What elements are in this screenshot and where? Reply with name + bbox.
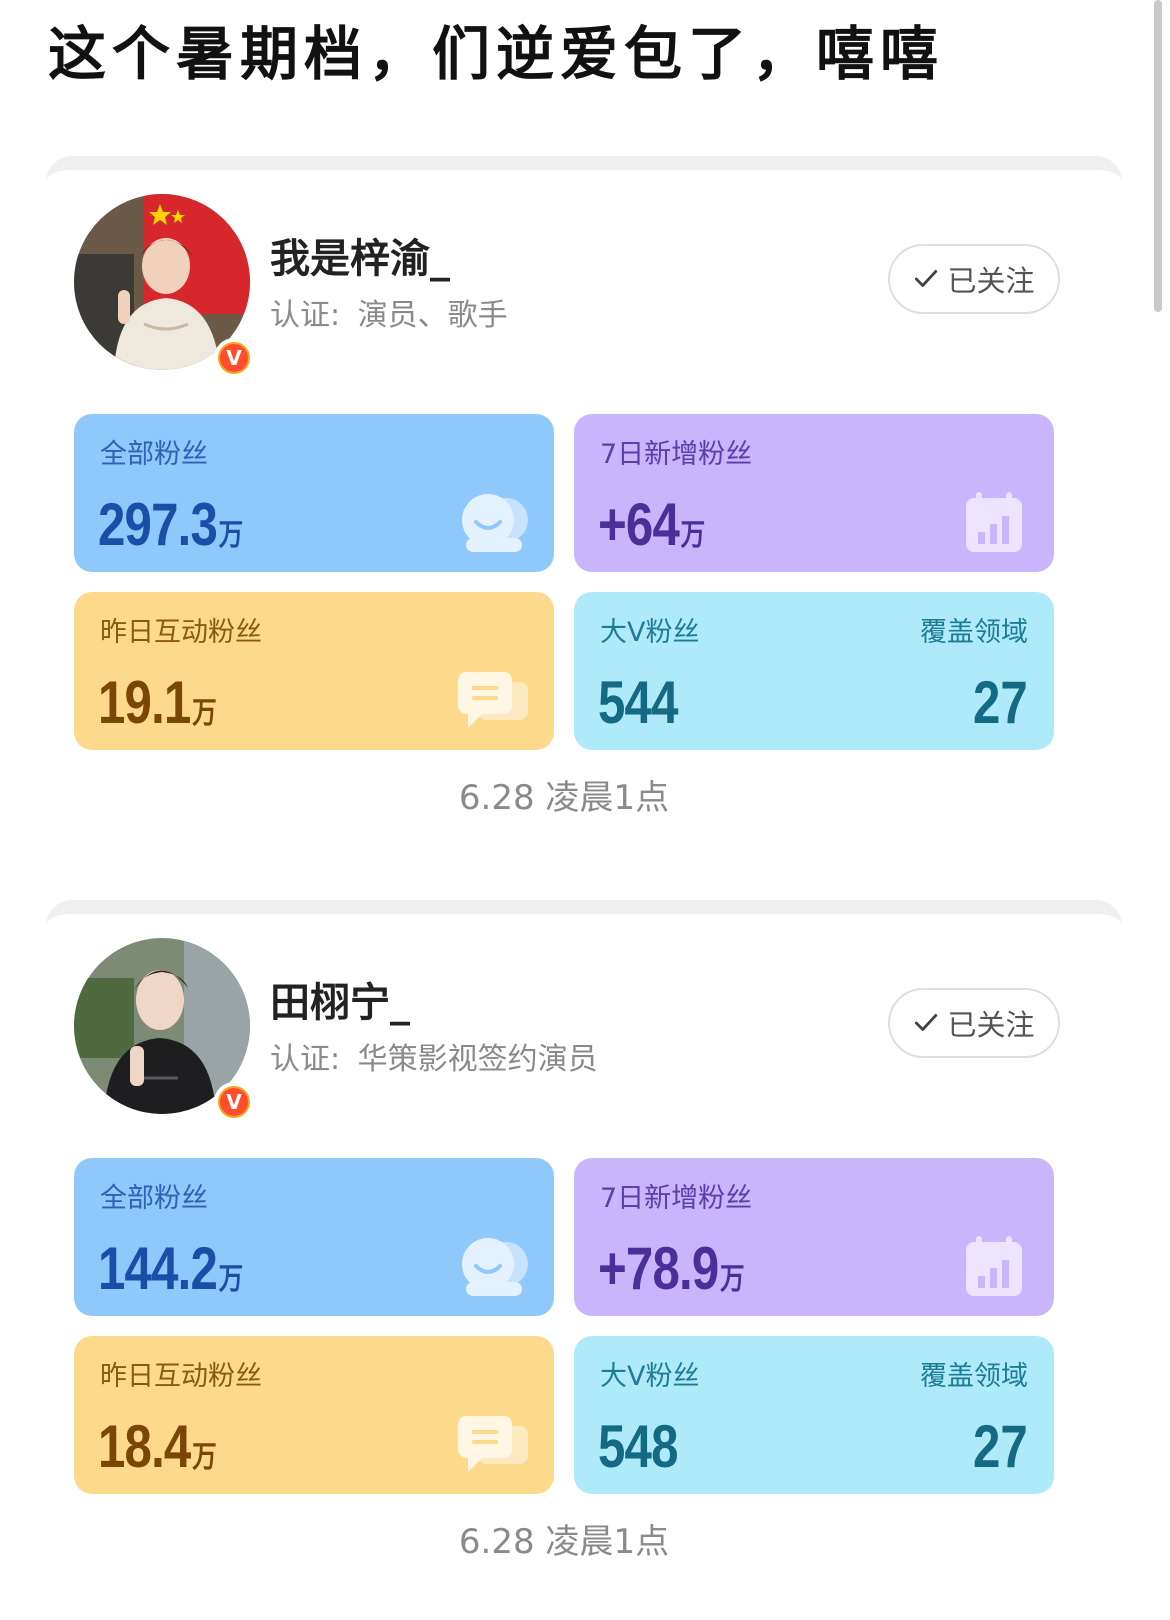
fans-face-icon <box>462 494 528 552</box>
cert-value: 演员、歌手 <box>357 298 508 333</box>
new-fans-value: +78.9万 <box>598 1235 745 1302</box>
cert-value: 华策影视签约演员 <box>357 1042 598 1077</box>
coverage-value: 27 <box>973 1413 1028 1480</box>
big-v-fans-value: 548 <box>598 1413 678 1480</box>
new-fans-tile[interactable]: 7日新增粉丝 +78.9万 <box>574 1158 1054 1316</box>
fans-face-icon <box>462 1238 528 1296</box>
check-icon <box>915 270 938 287</box>
profile-name: 田栩宁_ <box>270 980 410 1026</box>
follow-label: 已关注 <box>947 1008 1035 1042</box>
interactive-fans-label: 昨日互动粉丝 <box>100 617 262 648</box>
certification: 认证: 演员、歌手 <box>270 290 508 334</box>
all-fans-tile[interactable]: 全部粉丝 144.2万 <box>74 1158 554 1316</box>
verified-v-icon: V <box>214 1082 254 1122</box>
big-v-fans-tile[interactable]: 大V粉丝 覆盖领域 544 27 <box>574 592 1054 750</box>
page-title: 这个暑期档，们逆爱包了，嘻嘻 <box>48 20 945 88</box>
all-fans-value: 297.3万 <box>98 491 243 558</box>
all-fans-label: 全部粉丝 <box>100 439 208 470</box>
coverage-value: 27 <box>973 669 1028 736</box>
verified-v-icon: V <box>214 338 254 378</box>
calendar-chart-icon <box>966 492 1022 552</box>
big-v-fans-label: 大V粉丝 <box>600 617 700 648</box>
calendar-chart-icon <box>966 1236 1022 1296</box>
profile-card: V 田栩宁_ 认证: 华策影视签约演员 已关注 全部粉丝 144.2万 7日新增… <box>46 900 1122 1580</box>
interactive-fans-label: 昨日互动粉丝 <box>100 1361 262 1392</box>
chat-bubble-icon <box>458 1416 528 1472</box>
chat-bubble-icon <box>458 672 528 728</box>
new-fans-label: 7日新增粉丝 <box>600 1183 753 1214</box>
follow-label: 已关注 <box>947 264 1035 298</box>
interactive-fans-tile[interactable]: 昨日互动粉丝 18.4万 <box>74 1336 554 1494</box>
follow-button[interactable]: 已关注 <box>888 988 1060 1058</box>
big-v-fans-value: 544 <box>598 669 678 736</box>
timestamp: 6.28 凌晨1点 <box>458 1522 670 1562</box>
all-fans-value: 144.2万 <box>98 1235 243 1302</box>
cert-label: 认证: <box>270 298 341 333</box>
cert-label: 认证: <box>270 1042 341 1077</box>
interactive-fans-tile[interactable]: 昨日互动粉丝 19.1万 <box>74 592 554 750</box>
scrollbar[interactable] <box>1154 0 1162 312</box>
profile-card: V 我是梓渝_ 认证: 演员、歌手 已关注 全部粉丝 297.3万 7日新增粉丝… <box>46 156 1122 836</box>
certification: 认证: 华策影视签约演员 <box>270 1034 598 1078</box>
new-fans-value: +64万 <box>598 491 705 558</box>
new-fans-label: 7日新增粉丝 <box>600 439 753 470</box>
all-fans-tile[interactable]: 全部粉丝 297.3万 <box>74 414 554 572</box>
coverage-label: 覆盖领域 <box>920 617 1028 648</box>
big-v-fans-label: 大V粉丝 <box>600 1361 700 1392</box>
interactive-fans-value: 19.1万 <box>98 669 217 736</box>
new-fans-tile[interactable]: 7日新增粉丝 +64万 <box>574 414 1054 572</box>
coverage-label: 覆盖领域 <box>920 1361 1028 1392</box>
check-icon <box>915 1014 938 1031</box>
all-fans-label: 全部粉丝 <box>100 1183 208 1214</box>
follow-button[interactable]: 已关注 <box>888 244 1060 314</box>
big-v-fans-tile[interactable]: 大V粉丝 覆盖领域 548 27 <box>574 1336 1054 1494</box>
interactive-fans-value: 18.4万 <box>98 1413 217 1480</box>
timestamp: 6.28 凌晨1点 <box>458 778 670 818</box>
profile-name: 我是梓渝_ <box>270 236 450 282</box>
